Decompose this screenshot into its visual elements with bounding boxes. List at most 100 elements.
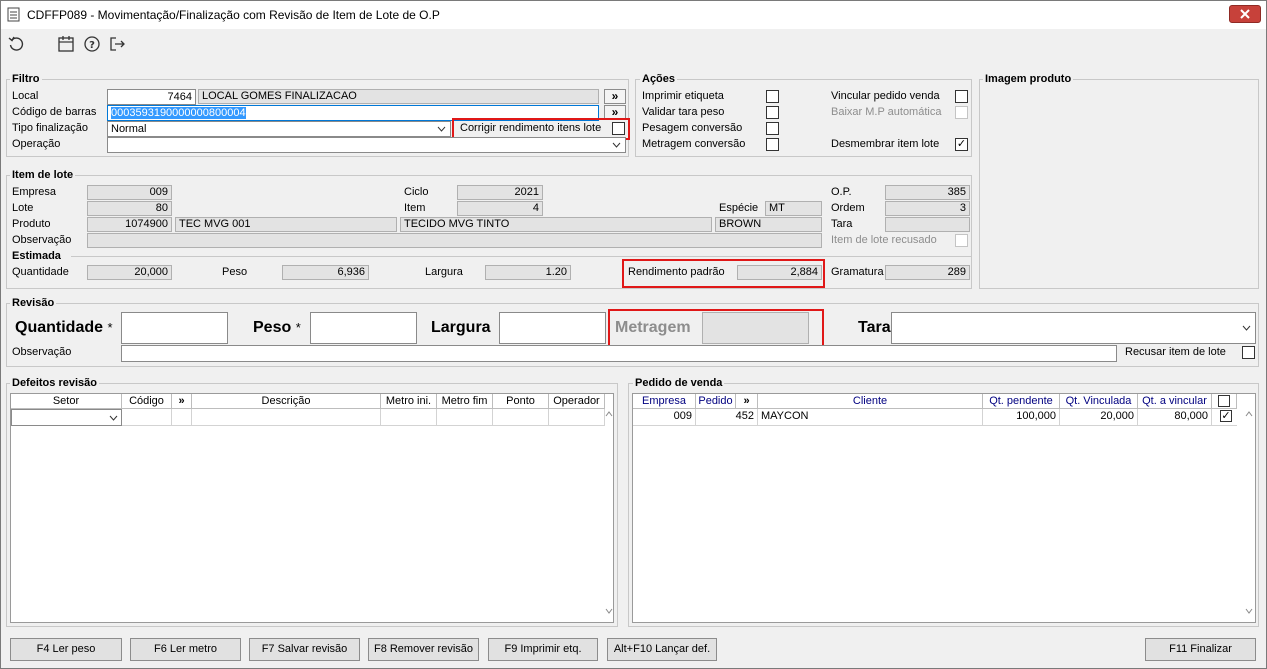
quantidade-revisao-label: Quantidade * (15, 319, 113, 336)
f7-salvar-revisao-button[interactable]: F7 Salvar revisão (249, 638, 360, 661)
pedido-scrollbar[interactable] (1245, 394, 1253, 622)
cell-metro-ini[interactable] (381, 409, 437, 425)
cell-operador[interactable] (549, 409, 605, 425)
column-header-empresa[interactable]: Empresa (633, 394, 696, 409)
close-button[interactable] (1229, 5, 1261, 23)
empresa-label: Empresa (12, 186, 57, 198)
f8-remover-revisao-button[interactable]: F8 Remover revisão (368, 638, 479, 661)
local-code-input[interactable]: 7464 (107, 89, 196, 105)
column-header-qt-a-vincular[interactable]: Qt. a vincular (1138, 394, 1212, 409)
defeitos-title: Defeitos revisão (10, 377, 99, 390)
column-header-cliente[interactable]: Cliente (758, 394, 983, 409)
setor-select[interactable] (11, 409, 122, 426)
scroll-down-icon[interactable] (1245, 608, 1253, 614)
vincular-pedido-checkbox[interactable] (955, 90, 968, 103)
application-window: CDFFP089 - Movimentação/Finalização com … (0, 0, 1267, 669)
cell-codigo[interactable] (122, 409, 172, 425)
recusar-checkbox[interactable] (1242, 346, 1255, 359)
largura-estimada-field: 1.20 (485, 265, 571, 280)
chevron-down-icon (1242, 325, 1251, 331)
vincular-pedido-label: Vincular pedido venda (831, 90, 940, 102)
column-header-qt-vinculada[interactable]: Qt. Vinculada (1060, 394, 1138, 409)
tara-item-label: Tara (831, 218, 853, 230)
largura-estimada-label: Largura (425, 266, 463, 278)
cell-pedido: 452 (696, 409, 758, 425)
imprimir-etiqueta-checkbox[interactable] (766, 90, 779, 103)
tara-revisao-label: Tara (858, 319, 891, 336)
table-row[interactable]: 009 452 MAYCON 100,000 20,000 80,000 ✓ (633, 409, 1237, 426)
tipo-finalizacao-label: Tipo finalização (12, 122, 89, 134)
defeitos-grid[interactable]: Setor Código » Descrição Metro ini. Metr… (10, 393, 614, 623)
svg-text:?: ? (89, 40, 95, 51)
metragem-conversao-checkbox[interactable] (766, 138, 779, 151)
title-bar: CDFFP089 - Movimentação/Finalização com … (1, 1, 1266, 29)
op-label: O.P. (831, 186, 852, 198)
cell-metro-fim[interactable] (437, 409, 493, 425)
f4-ler-peso-button[interactable]: F4 Ler peso (10, 638, 122, 661)
table-row[interactable] (122, 409, 605, 426)
produto-name-field: TEC MVG 001 (175, 217, 397, 232)
chevron-down-icon (612, 142, 621, 148)
column-header-pedido[interactable]: Pedido (696, 394, 736, 409)
tara-revisao-select[interactable] (891, 312, 1256, 344)
peso-revisao-label: Peso * (253, 319, 301, 336)
peso-revisao-input[interactable] (310, 312, 417, 344)
f9-imprimir-etq-button[interactable]: F9 Imprimir etq. (488, 638, 598, 661)
cell-cliente: MAYCON (758, 409, 983, 425)
scroll-up-icon[interactable] (1245, 411, 1253, 417)
column-header-ponto[interactable]: Ponto (493, 394, 549, 409)
window-title: CDFFP089 - Movimentação/Finalização com … (27, 8, 440, 22)
f11-finalizar-button[interactable]: F11 Finalizar (1145, 638, 1256, 661)
column-header-metro-fim[interactable]: Metro fim (437, 394, 493, 409)
operacao-select[interactable] (107, 137, 626, 153)
especie-field: MT (765, 201, 822, 216)
refresh-icon[interactable] (7, 35, 25, 53)
alt-f10-lancar-def-button[interactable]: Alt+F10 Lançar def. (607, 638, 717, 661)
tipo-finalizacao-select[interactable]: Normal (107, 121, 451, 137)
scroll-down-icon[interactable] (605, 608, 613, 614)
lote-field: 80 (87, 201, 172, 216)
column-header-select-all[interactable] (1212, 394, 1237, 409)
validar-tara-checkbox[interactable] (766, 106, 779, 119)
exit-icon[interactable] (108, 35, 126, 53)
pesagem-conversao-label: Pesagem conversão (642, 122, 743, 134)
row-checkbox[interactable]: ✓ (1220, 410, 1232, 422)
column-header-qt-pendente[interactable]: Qt. pendente (983, 394, 1060, 409)
revisao-title: Revisão (10, 297, 57, 310)
largura-revisao-input[interactable] (499, 312, 606, 344)
cell-descricao[interactable] (192, 409, 381, 425)
column-header-descricao[interactable]: Descrição (192, 394, 381, 409)
select-all-checkbox[interactable] (1218, 395, 1230, 407)
scroll-up-icon[interactable] (605, 411, 613, 417)
ordem-field: 3 (885, 201, 970, 216)
help-icon[interactable]: ? (83, 35, 101, 53)
desmembrar-label: Desmembrar item lote (831, 138, 940, 150)
chevron-down-icon (437, 126, 446, 132)
gramatura-field: 289 (885, 265, 970, 280)
desmembrar-checkbox[interactable]: ✓ (955, 138, 968, 151)
column-header-codigo[interactable]: Código (122, 394, 172, 409)
recusado-checkbox (955, 234, 968, 247)
column-header-more[interactable]: » (172, 394, 192, 409)
cell-qt-a-vincular[interactable]: 80,000 (1138, 409, 1212, 425)
local-search-button[interactable]: » (604, 89, 626, 104)
column-header-operador[interactable]: Operador (549, 394, 605, 409)
cell-ponto[interactable] (493, 409, 549, 425)
recusar-label: Recusar item de lote (1125, 346, 1226, 358)
pesagem-conversao-checkbox[interactable] (766, 122, 779, 135)
pedido-grid[interactable]: Empresa Pedido » Cliente Qt. pendente Qt… (632, 393, 1256, 623)
observacao-revisao-input[interactable] (121, 345, 1117, 362)
defeitos-scrollbar[interactable] (605, 394, 613, 622)
acoes-title: Ações (640, 73, 678, 86)
document-icon (7, 7, 20, 22)
cell-more[interactable] (172, 409, 192, 425)
quantidade-revisao-input[interactable] (121, 312, 228, 344)
local-label: Local (12, 90, 39, 102)
empresa-field: 009 (87, 185, 172, 200)
column-header-more[interactable]: » (736, 394, 758, 409)
column-header-metro-ini[interactable]: Metro ini. (381, 394, 437, 409)
column-header-setor[interactable]: Setor (11, 394, 122, 409)
validar-tara-label: Validar tara peso (642, 106, 725, 118)
f6-ler-metro-button[interactable]: F6 Ler metro (130, 638, 241, 661)
calendar-icon[interactable] (57, 35, 75, 53)
